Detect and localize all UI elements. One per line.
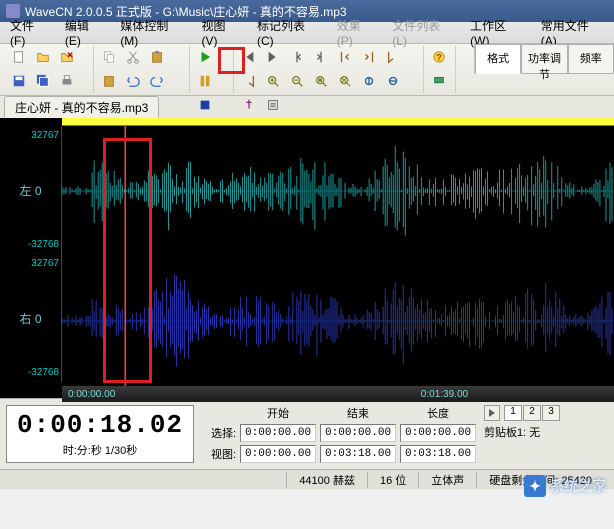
right-min: -32768 <box>2 367 59 378</box>
hdr-start: 开始 <box>240 405 316 421</box>
save-button[interactable] <box>8 70 30 92</box>
overview-bar[interactable] <box>62 118 614 126</box>
right-max: 32767 <box>2 258 59 269</box>
file-tab[interactable]: 庄心妍 - 真的不容易.mp3 <box>4 96 159 118</box>
time-display: 0:00:18.02 时:分:秒 1/30秒 <box>6 405 194 463</box>
sel-end[interactable]: 0:00:00.00 <box>320 424 396 442</box>
print-button[interactable] <box>56 70 78 92</box>
side-tabs: 格式 功率调节 频率 <box>474 44 614 74</box>
undo-button[interactable] <box>122 70 144 92</box>
new-file-button[interactable] <box>8 46 30 68</box>
sel-left-button[interactable] <box>334 46 356 68</box>
marker-button[interactable] <box>238 94 260 116</box>
stop-button[interactable] <box>194 94 216 116</box>
waveform-area: 32767 左 0 -32768 32767 右 0 -32768 <box>0 118 614 398</box>
menu-effect[interactable]: 效果(P) <box>331 15 382 50</box>
cut-button[interactable] <box>122 46 144 68</box>
left-max: 32767 <box>2 130 59 141</box>
timeline[interactable]: 0:00:00.00 0:01:39.00 <box>62 386 614 402</box>
tab-freq[interactable]: 频率 <box>568 44 614 74</box>
pause-button[interactable] <box>194 70 216 92</box>
menu-bar: 文件(F) 编辑(E) 媒体控制(M) 视图(V) 标记列表(C) 效果(P) … <box>0 22 614 44</box>
redo-button[interactable] <box>146 70 168 92</box>
cursor-left-button[interactable] <box>286 46 308 68</box>
left-channel-label: 左 0 <box>2 182 59 199</box>
clip-tab-3[interactable]: 3 <box>542 405 560 421</box>
left-channel-wave[interactable] <box>62 126 614 256</box>
menu-filelist[interactable]: 文件列表(L) <box>386 15 460 50</box>
svg-text:?: ? <box>436 53 441 63</box>
settings-button[interactable] <box>262 94 284 116</box>
open-button[interactable] <box>32 46 54 68</box>
clip-label: 剪贴板1: 无 <box>484 424 560 440</box>
zoom-v-out-button[interactable] <box>382 70 404 92</box>
right-channel-wave[interactable] <box>62 256 614 386</box>
file-tab-bar: 庄心妍 - 真的不容易.mp3 <box>0 96 614 118</box>
menu-marklist[interactable]: 标记列表(C) <box>251 15 327 50</box>
sel-start[interactable]: 0:00:00.00 <box>240 424 316 442</box>
zoom-full-button[interactable] <box>334 70 356 92</box>
mark-out-button[interactable] <box>238 70 260 92</box>
menu-media[interactable]: 媒体控制(M) <box>114 15 191 50</box>
skip-end-button[interactable] <box>262 46 284 68</box>
tab-power[interactable]: 功率调节 <box>521 44 567 74</box>
clip-tab-1[interactable]: 1 <box>504 405 522 421</box>
bottom-panel: 0:00:18.02 时:分:秒 1/30秒 开始 结束 长度 选择: 0:00… <box>0 398 614 469</box>
menu-file[interactable]: 文件(F) <box>4 15 55 50</box>
save-all-button[interactable] <box>32 70 54 92</box>
mark-in-button[interactable] <box>382 46 404 68</box>
right-channel-label: 右 0 <box>2 310 59 327</box>
zoom-in-button[interactable] <box>262 70 284 92</box>
hdr-len: 长度 <box>400 405 476 421</box>
paste-button[interactable] <box>146 46 168 68</box>
view-start[interactable]: 0:00:00.00 <box>240 445 316 463</box>
coordinates-panel: 开始 结束 长度 选择: 0:00:00.00 0:00:00.00 0:00:… <box>202 405 476 463</box>
time-format: 时:分:秒 1/30秒 <box>17 442 183 458</box>
current-time: 0:00:18.02 <box>17 410 183 440</box>
timeline-start: 0:00:00.00 <box>68 389 115 400</box>
menu-edit[interactable]: 编辑(E) <box>59 15 110 50</box>
clipboard-panel: 1 2 3 剪贴板1: 无 <box>484 405 560 463</box>
cursor-right-button[interactable] <box>310 46 332 68</box>
view-label: 视图: <box>202 446 236 462</box>
view-len[interactable]: 0:03:18.00 <box>400 445 476 463</box>
view-end[interactable]: 0:03:18.00 <box>320 445 396 463</box>
sel-right-button[interactable] <box>358 46 380 68</box>
tab-format[interactable]: 格式 <box>475 44 521 74</box>
play-button[interactable] <box>194 46 216 68</box>
status-bar: 44100 赫兹 16 位 立体声 硬盘剩余空间: 25420 <box>0 469 614 489</box>
zoom-sel-button[interactable] <box>310 70 332 92</box>
hdr-end: 结束 <box>320 405 396 421</box>
skip-begin-button[interactable] <box>238 46 260 68</box>
wave-canvas[interactable]: 0:00:00.00 0:01:39.00 <box>62 118 614 398</box>
menu-view[interactable]: 视图(V) <box>195 15 246 50</box>
copy-button[interactable] <box>98 46 120 68</box>
sel-len[interactable]: 0:00:00.00 <box>400 424 476 442</box>
clip-tab-2[interactable]: 2 <box>523 405 541 421</box>
about-button[interactable] <box>428 70 450 92</box>
timeline-mid: 0:01:39.00 <box>421 389 468 400</box>
wave-gutter: 32767 左 0 -32768 32767 右 0 -32768 <box>0 118 62 398</box>
left-min: -32768 <box>2 239 59 250</box>
close-button[interactable] <box>56 46 78 68</box>
zoom-out-button[interactable] <box>286 70 308 92</box>
clip-play-button[interactable] <box>484 405 500 421</box>
zoom-v-in-button[interactable] <box>358 70 380 92</box>
paste-new-button[interactable] <box>98 70 120 92</box>
sel-label: 选择: <box>202 425 236 441</box>
help-button[interactable]: ? <box>428 46 450 68</box>
